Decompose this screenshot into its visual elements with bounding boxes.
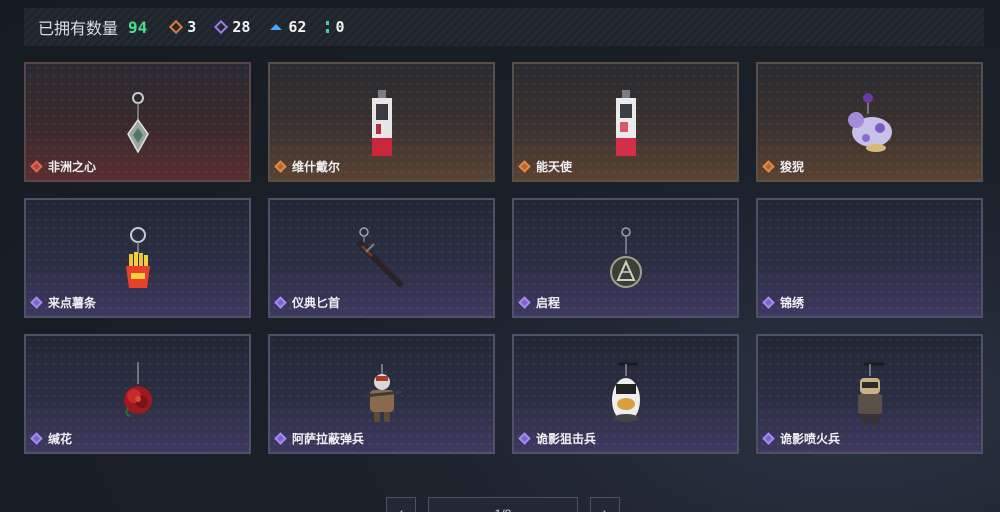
- pager: ‹ 1/8 ›: [386, 497, 620, 512]
- charm-card[interactable]: 阿萨拉蔽弹兵: [268, 334, 495, 454]
- orange-rarity-icon: [518, 160, 531, 173]
- charm-name: 能天使: [536, 160, 573, 174]
- stat-purple-value: 28: [232, 18, 251, 36]
- charm-card[interactable]: 缄花: [24, 334, 251, 454]
- blue-chevron-icon: [270, 24, 283, 30]
- phantom-flamethrower-charm-icon: [857, 362, 884, 424]
- orange-rarity-icon: [762, 160, 775, 173]
- charm-name: 诡影喷火兵: [780, 432, 841, 446]
- stat-green: 0: [326, 18, 344, 36]
- charm-name: 诡影狙击兵: [536, 432, 597, 446]
- charm-card[interactable]: 维什戴尔: [268, 62, 495, 182]
- suanni-charm-icon: [847, 93, 892, 152]
- owned-summary-bar: 已拥有数量 94 3 28 62 0: [24, 8, 984, 46]
- charm-name: 启程: [536, 296, 561, 310]
- charm-name: 阿萨拉蔽弹兵: [292, 432, 365, 446]
- charm-card[interactable]: 诡影喷火兵: [756, 334, 983, 454]
- stat-orange: 3: [169, 18, 197, 36]
- purple-rarity-icon: [274, 432, 287, 445]
- asala-shield-soldier-charm-icon: [363, 362, 402, 422]
- charm-name: 锦绣: [780, 296, 805, 310]
- purple-diamond-icon: [214, 19, 229, 35]
- next-page-button[interactable]: ›: [590, 497, 620, 512]
- charm-name: 非洲之心: [48, 160, 97, 174]
- purple-rarity-icon: [30, 296, 43, 309]
- purple-rarity-icon: [762, 432, 775, 445]
- owned-total-count: 94: [128, 17, 148, 37]
- charm-card[interactable]: 锦绣: [756, 198, 983, 318]
- page-indicator: 1/8: [428, 497, 578, 512]
- orange-rarity-icon: [274, 160, 287, 173]
- charm-card[interactable]: 能天使: [512, 62, 739, 182]
- owned-count-label: 已拥有数量: [38, 21, 119, 38]
- wisadel-charm-icon: [371, 90, 392, 156]
- exusiai-charm-icon: [615, 90, 636, 156]
- phantom-sniper-charm-icon: [611, 362, 640, 422]
- stat-blue-value: 62: [288, 18, 307, 36]
- charm-name: 来点薯条: [48, 296, 97, 310]
- charm-card[interactable]: 启程: [512, 198, 739, 318]
- orange-diamond-icon: [169, 19, 184, 35]
- charm-card[interactable]: 仪典匕首: [268, 198, 495, 318]
- red-rarity-icon: [30, 160, 43, 173]
- green-dots-icon: [326, 21, 330, 33]
- rose-charm-icon: [123, 362, 152, 417]
- chevron-right-icon: ›: [602, 504, 608, 512]
- charm-card[interactable]: 狻猊: [756, 62, 983, 182]
- chevron-left-icon: ‹: [398, 504, 404, 512]
- stat-green-value: 0: [335, 18, 345, 36]
- purple-rarity-icon: [274, 296, 287, 309]
- ceremonial-dagger-charm-icon: [356, 227, 403, 287]
- stat-orange-value: 3: [187, 18, 197, 36]
- purple-rarity-icon: [518, 432, 531, 445]
- departure-charm-icon: [609, 227, 642, 288]
- heart-of-africa-charm-icon: [126, 92, 149, 154]
- purple-rarity-icon: [518, 296, 531, 309]
- prev-page-button[interactable]: ‹: [386, 497, 416, 512]
- charm-name: 缄花: [48, 432, 73, 446]
- stat-purple: 28: [214, 18, 251, 36]
- purple-rarity-icon: [30, 432, 43, 445]
- charm-name: 维什戴尔: [292, 160, 341, 174]
- charm-card[interactable]: 非洲之心: [24, 62, 251, 182]
- purple-rarity-icon: [762, 296, 775, 309]
- charm-card[interactable]: 诡影狙击兵: [512, 334, 739, 454]
- fries-charm-icon: [125, 227, 150, 288]
- charm-name: 仪典匕首: [292, 296, 341, 310]
- charm-name: 狻猊: [780, 160, 805, 174]
- charm-card[interactable]: 来点薯条: [24, 198, 251, 318]
- stat-blue: 62: [270, 18, 306, 36]
